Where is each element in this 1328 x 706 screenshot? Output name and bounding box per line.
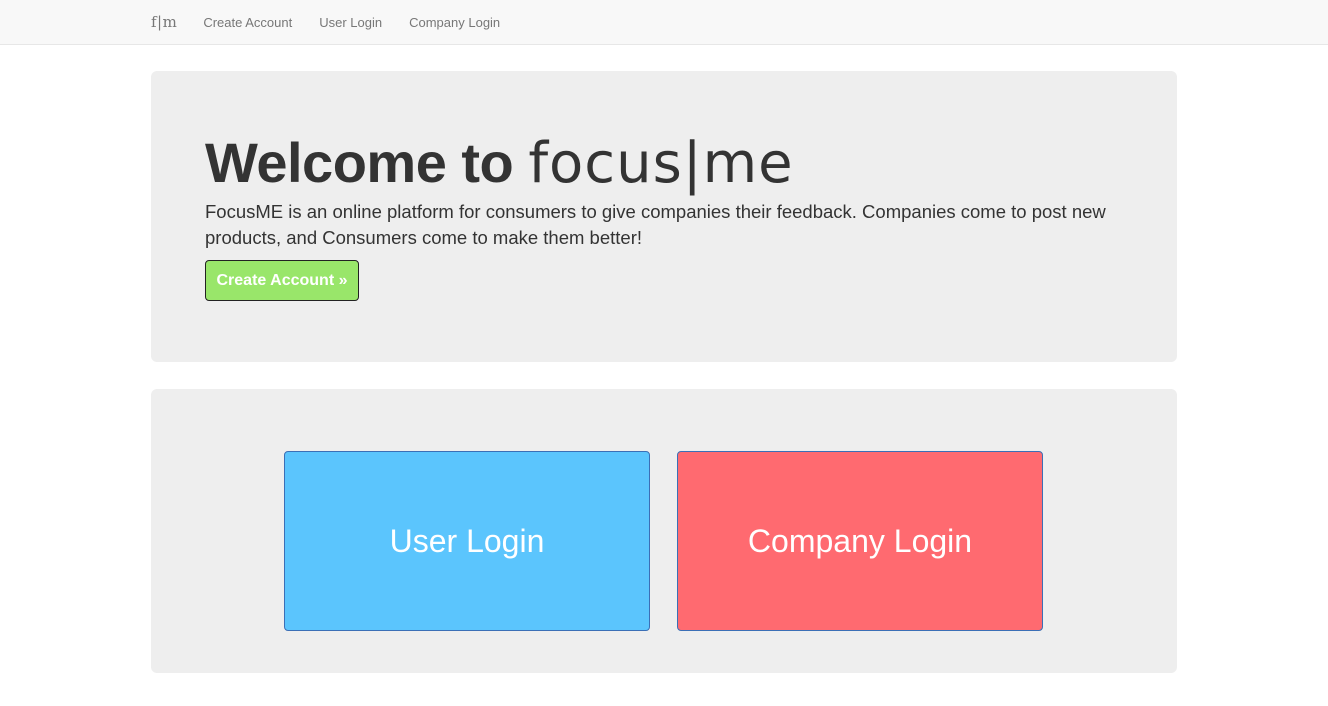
user-login-button[interactable]: User Login [284,451,650,631]
hero-title-logo: focus|me [528,131,794,196]
hero-jumbotron: Welcome to focus|me FocusME is an online… [151,71,1177,362]
hero-title-prefix: Welcome to [205,131,529,194]
company-login-button[interactable]: Company Login [677,451,1043,631]
navbar: f|m Create Account User Login Company Lo… [0,0,1328,45]
navbar-links: f|m Create Account User Login Company Lo… [151,0,527,44]
nav-link-user-login[interactable]: User Login [319,15,382,30]
nav-link-company-login[interactable]: Company Login [409,15,500,30]
hero-description: FocusME is an online platform for consum… [205,201,1106,248]
nav-link-create-account[interactable]: Create Account [203,15,292,30]
brand-logo[interactable]: f|m [151,13,177,31]
create-account-button[interactable]: Create Account » [205,260,359,301]
hero-title: Welcome to focus|me [205,127,794,200]
login-panel: User Login Company Login [151,389,1177,673]
